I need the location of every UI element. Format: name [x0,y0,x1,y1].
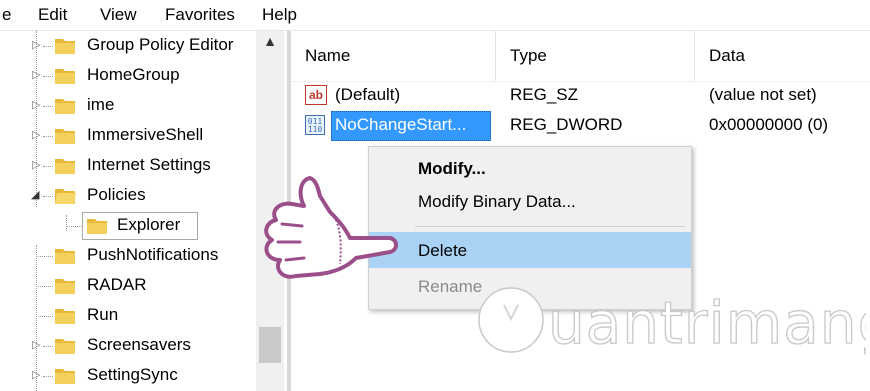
tree-item-radar[interactable]: RADAR [0,271,260,301]
expand-icon[interactable]: ▷ [32,128,40,141]
tree-item-label: Policies [87,185,146,204]
folder-icon [55,69,75,84]
column-header-label: Name [305,46,351,65]
folder-icon [55,339,75,354]
tree-connector [66,226,82,227]
folder-icon [55,279,75,294]
column-header-label: Type [510,46,547,65]
column-header-name[interactable]: Name [291,31,496,81]
registry-value-row[interactable]: ab (Default) REG_SZ (value not set) [291,81,870,111]
tree-item-label: Screensavers [87,335,191,354]
tree-item-ime[interactable]: ▷ ime [0,91,260,121]
scroll-thumb[interactable] [259,327,281,363]
collapse-icon[interactable]: ◢ [31,188,39,201]
watermark-logo: uantrimang [478,287,866,358]
tree-item-explorer[interactable]: Explorer [0,211,260,241]
tree-item-label: ImmersiveShell [87,125,204,144]
menu-help[interactable]: Help [262,5,297,25]
pointing-hand-icon [264,176,398,279]
tree-connector [36,256,53,257]
tree-item-label: HomeGroup [87,65,180,84]
tree-connector [43,106,53,107]
folder-icon [55,249,75,264]
folder-icon [87,219,107,234]
tree-item-immersiveshell[interactable]: ▷ ImmersiveShell [0,121,260,151]
expand-icon[interactable]: ▷ [32,98,40,111]
string-value-icon: ab [305,85,327,105]
svg-text:110: 110 [308,125,323,134]
folder-icon [55,369,75,384]
tree-item-label: ime [87,95,115,114]
value-data: (value not set) [709,85,817,104]
tree-item-pushnotifications[interactable]: PushNotifications [0,241,260,271]
value-type: REG_DWORD [510,115,623,134]
tree-item-label: Run [87,305,119,324]
value-data: 0x00000000 (0) [709,115,829,134]
column-header-data[interactable]: Data [695,31,870,81]
value-name: (Default) [335,85,401,104]
menu-separator [415,226,685,227]
column-header-label: Data [709,46,745,65]
menu-item-modify-binary[interactable]: Modify Binary Data... [369,183,691,219]
tree-item-run[interactable]: Run [0,301,260,331]
expand-icon[interactable]: ▷ [32,68,40,81]
value-type: REG_SZ [510,85,579,104]
tree-item-group-policy-editor[interactable]: ▷ Group Policy Editor [0,31,260,61]
tree-item-label: Internet Settings [87,155,211,174]
menu-item-delete[interactable]: Delete [369,232,691,268]
folder-icon [55,309,75,324]
tree-connector [43,346,53,347]
tree-item-policies[interactable]: ◢ Policies [0,181,260,211]
value-name: NoChangeStart... [335,115,467,134]
watermark-text: uantrimang [548,289,866,357]
tree-connector [43,136,53,137]
tree-connector [43,166,53,167]
menu-item-label: Modify Binary Data... [418,192,576,211]
menu-item-modify[interactable]: Modify... [369,150,691,186]
tree-item-settingsync[interactable]: ▷ SettingSync [0,361,260,391]
tree-connector [43,376,53,377]
menu-item-label: Modify... [418,159,486,178]
expand-icon[interactable]: ▷ [32,368,40,381]
tree-item-label: Explorer [117,215,181,234]
tree-connector [36,286,53,287]
folder-icon [55,159,75,174]
menu-favorites[interactable]: Favorites [165,5,235,25]
tree-connector [43,76,53,77]
menu-edit[interactable]: Edit [38,5,67,25]
expand-icon[interactable]: ▷ [32,38,40,51]
scroll-up-arrow-icon[interactable]: ▲ [256,33,284,59]
tree-item-label: SettingSync [87,365,178,384]
tree-connector [43,196,53,197]
registry-value-row-selected[interactable]: 011 110 NoChangeStart... REG_DWORD 0x000… [291,111,870,141]
folder-icon [55,99,75,114]
binary-value-icon: 011 110 [305,115,325,135]
folder-open-icon [55,189,76,204]
tree-item-label: PushNotifications [87,245,219,264]
tree-item-label: RADAR [87,275,147,294]
menu-bar: e Edit View Favorites Help [0,0,870,31]
folder-icon [55,39,75,54]
expand-icon[interactable]: ▷ [32,158,40,171]
column-header-type[interactable]: Type [496,31,695,81]
tree-item-homegroup[interactable]: ▷ HomeGroup [0,61,260,91]
menu-view[interactable]: View [100,5,137,25]
expand-icon[interactable]: ▷ [32,338,40,351]
menu-file[interactable]: e [2,5,11,25]
tree-item-screensavers[interactable]: ▷ Screensavers [0,331,260,361]
menu-item-label: Delete [418,241,468,260]
tree-connector [36,316,53,317]
tree-connector [43,46,53,47]
folder-icon [55,129,75,144]
tree-item-label: Group Policy Editor [87,35,234,54]
tree-item-internet-settings[interactable]: ▷ Internet Settings [0,151,260,181]
